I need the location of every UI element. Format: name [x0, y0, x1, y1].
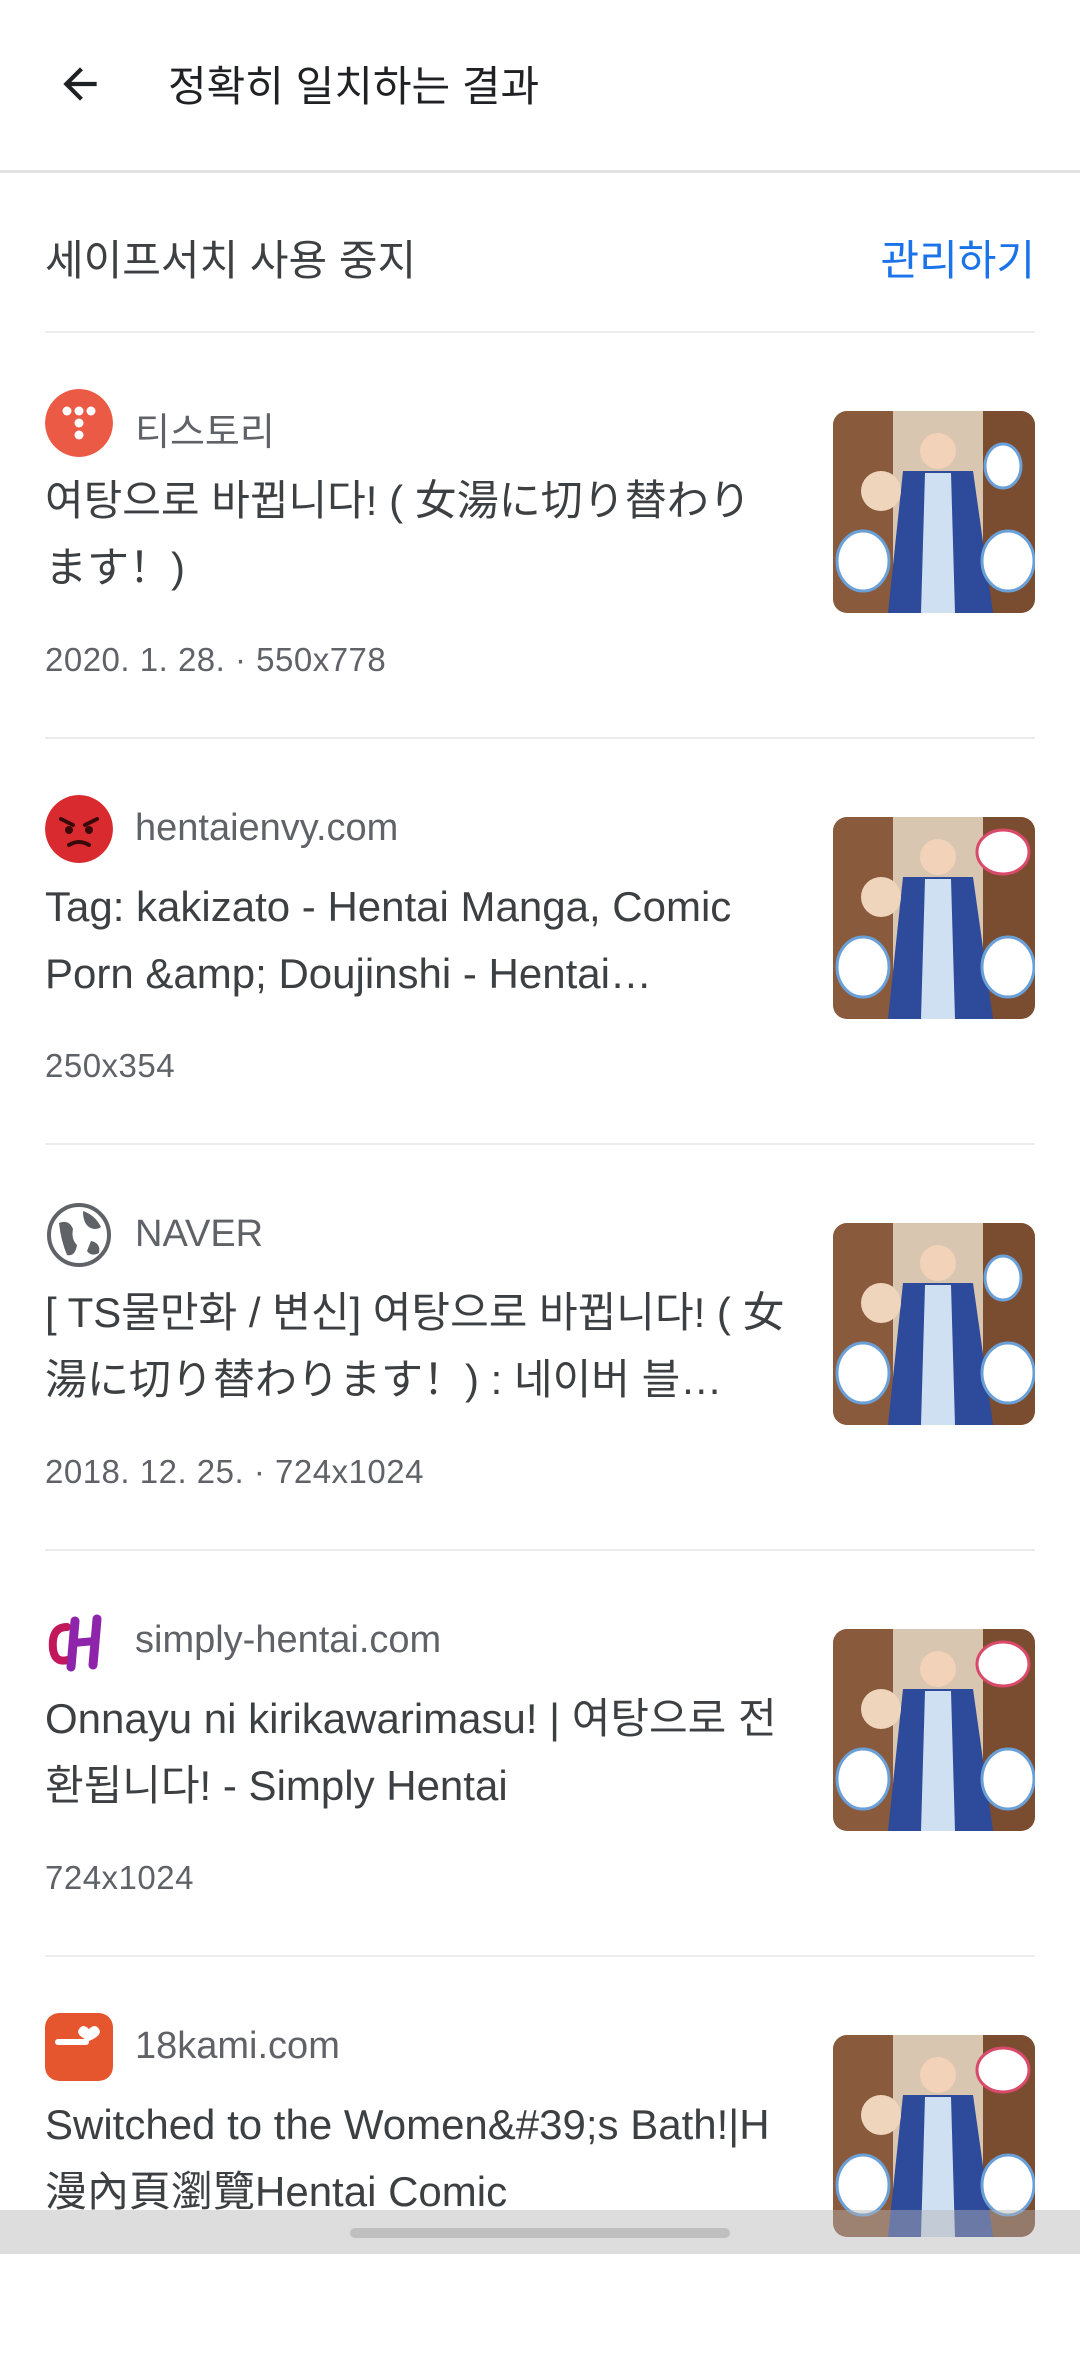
sh-logo-icon	[45, 1607, 113, 1675]
result-item[interactable]: NAVER [ TS물만화 / 변신] 여탕으로 바뀝니다! ( 女湯に切り替わ…	[45, 1145, 1035, 1551]
result-title[interactable]: Switched to the Women&#39;s Bath!|H漫內頁瀏覽…	[45, 2091, 785, 2225]
result-site: simply-hentai.com	[135, 1619, 442, 1661]
result-thumbnail[interactable]	[833, 1629, 1035, 1831]
globe-icon	[45, 1201, 113, 1269]
arrow-back-icon	[63, 67, 97, 101]
safesearch-row: 세이프서치 사용 중지 관리하기	[45, 185, 1035, 333]
result-title[interactable]: 여탕으로 바뀝니다! ( 女湯に切り替わります！)	[45, 467, 785, 601]
result-item[interactable]: simply-hentai.com Onnayu ni kirikawarima…	[45, 1551, 1035, 1957]
result-thumbnail[interactable]	[833, 411, 1035, 613]
result-thumbnail[interactable]	[833, 1223, 1035, 1425]
result-title[interactable]: Tag: kakizato - Hentai Manga, Comic Porn…	[45, 873, 785, 1007]
home-indicator[interactable]	[350, 2228, 730, 2238]
tistory-icon	[45, 389, 113, 457]
safesearch-label: 세이프서치 사용 중지	[45, 237, 417, 284]
result-site: NAVER	[135, 1213, 264, 1255]
result-meta: 724x1024	[45, 1859, 194, 1896]
18kami-logo-icon	[45, 2013, 113, 2081]
back-button[interactable]	[42, 46, 118, 122]
result-site: hentaienvy.com	[135, 807, 399, 849]
result-item[interactable]: hentaienvy.com Tag: kakizato - Hentai Ma…	[45, 739, 1035, 1145]
result-meta: 2020. 1. 28. · 550x778	[45, 641, 387, 678]
result-title[interactable]: Onnayu ni kirikawarimasu! | 여탕으로 전환됩니다! …	[45, 1685, 785, 1819]
manage-link[interactable]: 관리하기	[880, 227, 1035, 288]
angry-face-icon	[45, 795, 113, 863]
result-thumbnail[interactable]	[833, 817, 1035, 1019]
result-title[interactable]: [ TS물만화 / 변신] 여탕으로 바뀝니다! ( 女湯に切り替わります！) …	[45, 1279, 785, 1413]
result-item[interactable]: 18kami.com Switched to the Women&#39;s B…	[45, 1957, 1035, 2363]
page-title: 정확히 일치하는 결과	[168, 63, 540, 110]
result-meta: 250x354	[45, 1047, 176, 1084]
result-item[interactable]: 티스토리 여탕으로 바뀝니다! ( 女湯に切り替わります！) 2020. 1. …	[45, 333, 1035, 739]
top-app-bar: 정확히 일치하는 결과	[0, 0, 1080, 173]
result-site: 18kami.com	[135, 2025, 340, 2067]
result-thumbnail[interactable]	[833, 2035, 1035, 2237]
result-site: 티스토리	[135, 412, 275, 454]
result-meta: 2018. 12. 25. · 724x1024	[45, 1453, 424, 1490]
